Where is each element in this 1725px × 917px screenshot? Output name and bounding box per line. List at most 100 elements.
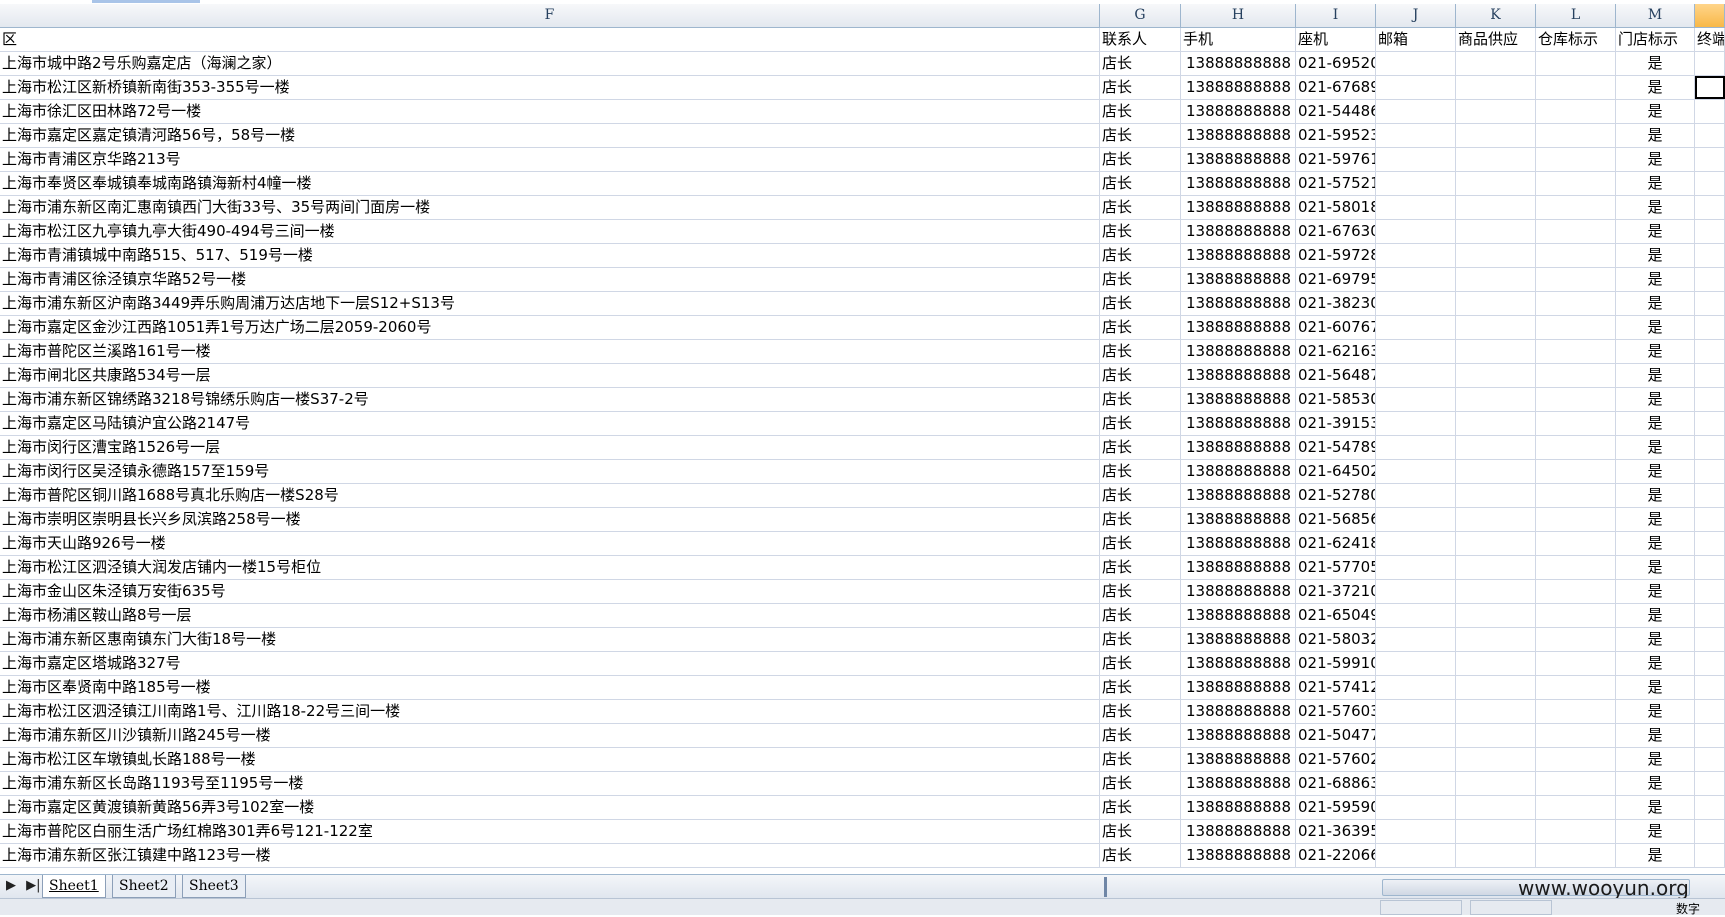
supply-cell[interactable] — [1456, 412, 1536, 435]
email-cell[interactable] — [1376, 460, 1456, 483]
column-header-I[interactable]: I — [1296, 4, 1376, 27]
terminal-cell[interactable] — [1695, 292, 1725, 315]
mobile-cell[interactable]: 13888888888 — [1181, 796, 1296, 819]
store-flag-cell[interactable]: 是 — [1616, 700, 1695, 723]
mobile-cell[interactable]: 13888888888 — [1181, 76, 1296, 99]
phone-cell[interactable]: 021-52780272 — [1296, 484, 1376, 507]
warehouse-cell[interactable] — [1536, 436, 1616, 459]
phone-cell[interactable]: 021-22066895 — [1296, 844, 1376, 867]
mobile-cell[interactable]: 13888888888 — [1181, 676, 1296, 699]
store-flag-cell[interactable]: 是 — [1616, 556, 1695, 579]
warehouse-cell[interactable] — [1536, 820, 1616, 843]
phone-cell[interactable]: 021-65049082 — [1296, 604, 1376, 627]
contact-cell[interactable]: 店长 — [1100, 652, 1181, 675]
terminal-cell[interactable] — [1695, 724, 1725, 747]
store-flag-cell[interactable]: 是 — [1616, 388, 1695, 411]
email-cell[interactable] — [1376, 676, 1456, 699]
terminal-cell[interactable] — [1695, 460, 1725, 483]
contact-cell[interactable]: 店长 — [1100, 772, 1181, 795]
store-flag-cell[interactable]: 是 — [1616, 532, 1695, 555]
store-flag-cell[interactable]: 是 — [1616, 844, 1695, 867]
address-cell[interactable]: 上海市浦东新区张江镇建中路123号一楼 — [0, 844, 1100, 867]
warehouse-cell[interactable] — [1536, 412, 1616, 435]
address-cell[interactable]: 上海市天山路926号一楼 — [0, 532, 1100, 555]
supply-cell[interactable] — [1456, 388, 1536, 411]
phone-cell[interactable]: 021-59590112 — [1296, 796, 1376, 819]
header-cell-district[interactable]: 区 — [0, 28, 1100, 51]
sheet-tab-1[interactable]: Sheet1 — [42, 875, 106, 898]
email-cell[interactable] — [1376, 76, 1456, 99]
contact-cell[interactable]: 店长 — [1100, 76, 1181, 99]
store-flag-cell[interactable]: 是 — [1616, 316, 1695, 339]
supply-cell[interactable] — [1456, 244, 1536, 267]
supply-cell[interactable] — [1456, 652, 1536, 675]
supply-cell[interactable] — [1456, 748, 1536, 771]
store-flag-cell[interactable]: 是 — [1616, 772, 1695, 795]
phone-cell[interactable]: 021-57521130 — [1296, 172, 1376, 195]
terminal-cell[interactable] — [1695, 364, 1725, 387]
phone-cell[interactable]: 021-59728523 — [1296, 244, 1376, 267]
store-flag-cell[interactable]: 是 — [1616, 724, 1695, 747]
terminal-cell[interactable] — [1695, 436, 1725, 459]
contact-cell[interactable]: 店长 — [1100, 436, 1181, 459]
address-cell[interactable]: 上海市松江区九亭镇九亭大街490-494号三间一楼 — [0, 220, 1100, 243]
warehouse-cell[interactable] — [1536, 388, 1616, 411]
address-cell[interactable]: 上海市浦东新区南汇惠南镇西门大街33号、35号两间门面房一楼 — [0, 196, 1100, 219]
phone-cell[interactable]: 021-54486675 — [1296, 100, 1376, 123]
store-flag-cell[interactable]: 是 — [1616, 604, 1695, 627]
terminal-cell[interactable] — [1695, 844, 1725, 867]
phone-cell[interactable]: 021-57603026 — [1296, 700, 1376, 723]
store-flag-cell[interactable]: 是 — [1616, 796, 1695, 819]
email-cell[interactable] — [1376, 436, 1456, 459]
email-cell[interactable] — [1376, 556, 1456, 579]
terminal-cell[interactable] — [1695, 580, 1725, 603]
store-flag-cell[interactable]: 是 — [1616, 484, 1695, 507]
phone-cell[interactable]: 021-57705037 — [1296, 556, 1376, 579]
email-cell[interactable] — [1376, 508, 1456, 531]
store-flag-cell[interactable]: 是 — [1616, 364, 1695, 387]
supply-cell[interactable] — [1456, 100, 1536, 123]
terminal-cell[interactable] — [1695, 76, 1725, 99]
store-flag-cell[interactable]: 是 — [1616, 196, 1695, 219]
tab-split-handle[interactable] — [1104, 877, 1107, 897]
contact-cell[interactable]: 店长 — [1100, 556, 1181, 579]
store-flag-cell[interactable]: 是 — [1616, 460, 1695, 483]
store-flag-cell[interactable]: 是 — [1616, 292, 1695, 315]
supply-cell[interactable] — [1456, 796, 1536, 819]
mobile-cell[interactable]: 13888888888 — [1181, 124, 1296, 147]
store-flag-cell[interactable]: 是 — [1616, 508, 1695, 531]
phone-cell[interactable]: 021-56856597 — [1296, 508, 1376, 531]
address-cell[interactable]: 上海市松江区泗泾镇大润发店铺内一楼15号柜位 — [0, 556, 1100, 579]
contact-cell[interactable]: 店长 — [1100, 100, 1181, 123]
contact-cell[interactable]: 店长 — [1100, 148, 1181, 171]
email-cell[interactable] — [1376, 772, 1456, 795]
mobile-cell[interactable]: 13888888888 — [1181, 436, 1296, 459]
supply-cell[interactable] — [1456, 772, 1536, 795]
email-cell[interactable] — [1376, 844, 1456, 867]
mobile-cell[interactable]: 13888888888 — [1181, 364, 1296, 387]
store-flag-cell[interactable]: 是 — [1616, 100, 1695, 123]
warehouse-cell[interactable] — [1536, 580, 1616, 603]
mobile-cell[interactable]: 13888888888 — [1181, 100, 1296, 123]
supply-cell[interactable] — [1456, 700, 1536, 723]
mobile-cell[interactable]: 13888888888 — [1181, 460, 1296, 483]
phone-cell[interactable]: 021-56487300 — [1296, 364, 1376, 387]
email-cell[interactable] — [1376, 532, 1456, 555]
phone-cell[interactable]: 021-39153380 — [1296, 412, 1376, 435]
address-cell[interactable]: 上海市杨浦区鞍山路8号一层 — [0, 604, 1100, 627]
supply-cell[interactable] — [1456, 604, 1536, 627]
column-header-H[interactable]: H — [1181, 4, 1296, 27]
warehouse-cell[interactable] — [1536, 604, 1616, 627]
terminal-cell[interactable] — [1695, 268, 1725, 291]
phone-cell[interactable]: 021-67689165 — [1296, 76, 1376, 99]
phone-cell[interactable]: 021-58530456 — [1296, 388, 1376, 411]
address-cell[interactable]: 上海市徐汇区田林路72号一楼 — [0, 100, 1100, 123]
address-cell[interactable]: 上海市嘉定区黄渡镇新黄路56弄3号102室一楼 — [0, 796, 1100, 819]
supply-cell[interactable] — [1456, 820, 1536, 843]
contact-cell[interactable]: 店长 — [1100, 172, 1181, 195]
supply-cell[interactable] — [1456, 340, 1536, 363]
warehouse-cell[interactable] — [1536, 652, 1616, 675]
mobile-cell[interactable]: 13888888888 — [1181, 556, 1296, 579]
address-cell[interactable]: 上海市青浦镇城中南路515、517、519号一楼 — [0, 244, 1100, 267]
terminal-cell[interactable] — [1695, 196, 1725, 219]
